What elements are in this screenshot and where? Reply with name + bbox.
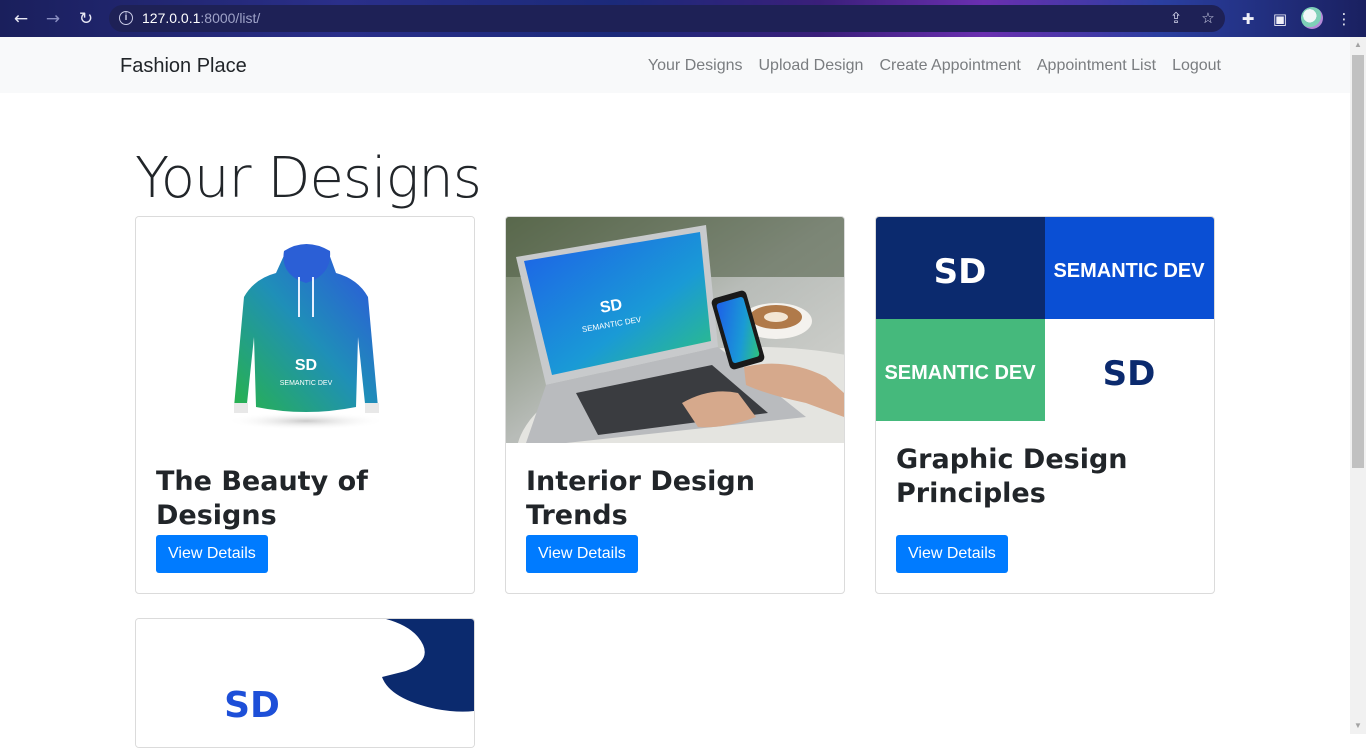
scroll-thumb[interactable] [1352,55,1364,468]
address-bar[interactable]: i 127.0.0.1:8000/list/ ⇪ ☆ [109,5,1225,32]
tile-brand-text: SEMANTIC DEV [1053,260,1205,282]
page-title: Your Designs [135,146,482,211]
design-card: SD SEMANTIC DEV The Beauty of Designs Vi… [135,216,475,594]
site-navbar: Fashion Place Your Designs Upload Design… [0,37,1350,93]
back-arrow-icon[interactable]: ← [10,8,32,30]
menu-kebab-icon[interactable]: ⋮ [1333,8,1355,30]
card-title: The Beauty of Designs [156,466,368,531]
brand-tiles-image: SD SEMANTIC DEV SEMANTIC DEV SD [876,217,1214,421]
hoodie-image: SD SEMANTIC DEV [136,217,474,441]
nav-your-designs[interactable]: Your Designs [640,57,751,75]
design-card: SD SEMANTIC DEV SEMANTIC DEV SD Graphic … [875,216,1215,594]
hoodie-print-text: SEMANTIC DEV [280,380,333,387]
scroll-down-icon[interactable]: ▼ [1350,718,1366,734]
design-card: SD [135,618,475,748]
view-details-button[interactable]: View Details [156,535,268,573]
nav-upload-design[interactable]: Upload Design [751,57,872,75]
bookmark-star-icon[interactable]: ☆ [1198,8,1218,28]
card-title: Interior Design Trends [526,466,755,531]
nav-logout[interactable]: Logout [1164,57,1221,75]
design-card: SD SEMANTIC DEV Interior Design Trends V… [505,216,845,594]
share-icon[interactable]: ⇪ [1166,8,1186,28]
logo-image: SD [136,619,474,747]
tile-logo-text: SD [934,252,987,292]
hoodie-logo-text: SD [295,357,317,374]
laptop-image: SD SEMANTIC DEV [506,217,844,443]
extensions-puzzle-icon[interactable]: ✚ [1237,8,1259,30]
tile-logo-text: SD [1103,354,1156,394]
brand-link[interactable]: Fashion Place [120,55,247,78]
tile-brand-text: SEMANTIC DEV [884,362,1036,384]
view-details-button[interactable]: View Details [526,535,638,573]
scroll-up-icon[interactable]: ▲ [1350,37,1366,53]
nav-links: Your Designs Upload Design Create Appoin… [640,57,1221,75]
view-details-button[interactable]: View Details [896,535,1008,573]
profile-avatar[interactable] [1301,7,1323,29]
url-text[interactable]: 127.0.0.1:8000/list/ [142,10,260,26]
browser-toolbar: ← → ↻ i 127.0.0.1:8000/list/ ⇪ ☆ ✚ ▣ ⋮ [0,0,1366,37]
page-scrollbar[interactable]: ▲ ▼ [1350,37,1366,734]
side-panel-icon[interactable]: ▣ [1269,8,1291,30]
nav-create-appointment[interactable]: Create Appointment [871,57,1028,75]
card4-logo-text: SD [224,685,280,726]
nav-appointment-list[interactable]: Appointment List [1029,57,1164,75]
info-icon[interactable]: i [119,11,133,25]
reload-icon[interactable]: ↻ [75,8,97,30]
card-title: Graphic Design Principles [896,444,1128,509]
forward-arrow-icon[interactable]: → [42,8,64,30]
